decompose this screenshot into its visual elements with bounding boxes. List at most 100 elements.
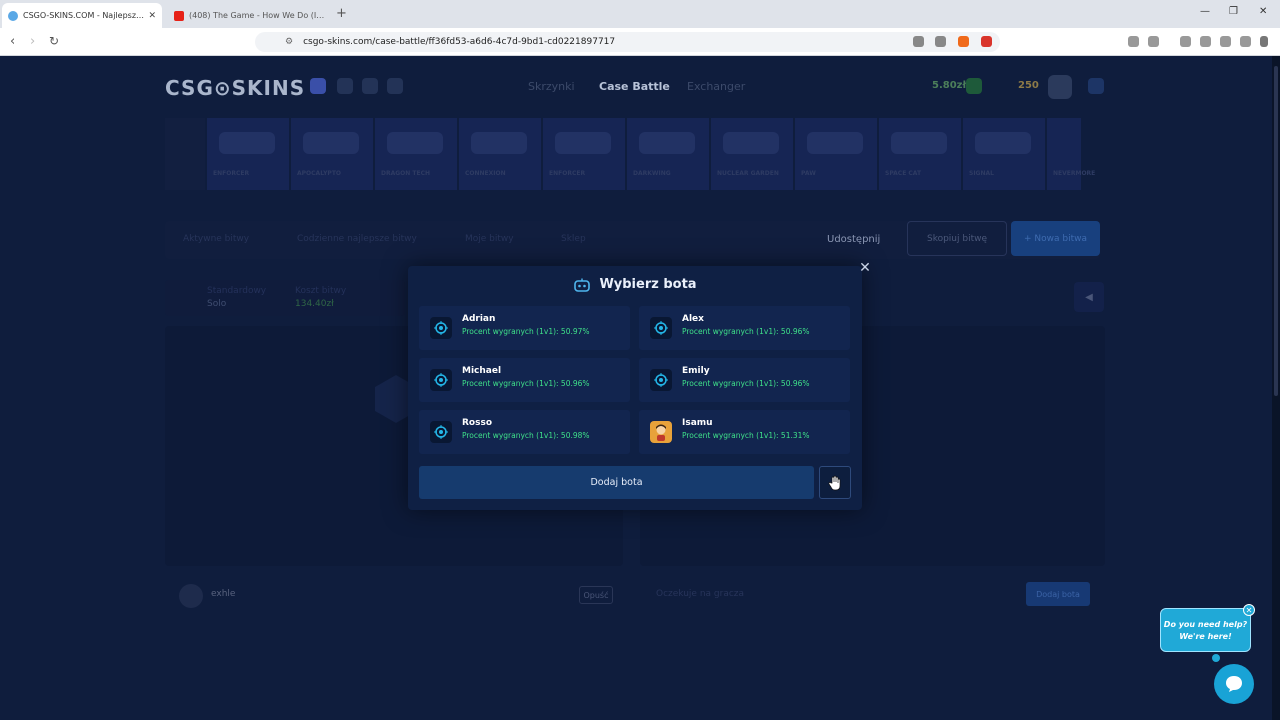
tab-my-battles[interactable]: Moje bitwy — [465, 234, 514, 244]
browser-tab-bar: CSGO-SKINS.COM - Najlepsze S ✕ (408) The… — [0, 0, 1280, 28]
drops-filter-panel[interactable] — [165, 118, 205, 190]
menu-icon[interactable] — [1260, 36, 1268, 47]
back-icon[interactable]: ‹ — [10, 34, 15, 49]
share-icon[interactable] — [935, 36, 946, 47]
weapon-icon — [891, 132, 947, 154]
choose-bot-modal: ✕ Wybierz bota Adrian Procent wygranych … — [408, 260, 871, 510]
bot-winrate: Procent wygranych (1v1): 51.31% — [682, 431, 810, 440]
maximize-icon[interactable]: ❐ — [1229, 6, 1238, 17]
bot-option-isamu[interactable]: Isamu Procent wygranych (1v1): 51.31% — [639, 410, 850, 454]
tab-title: CSGO-SKINS.COM - Najlepsze S — [23, 11, 145, 20]
browser-tab-youtube[interactable]: (408) The Game - How We Do (Instru — [168, 3, 332, 28]
bot-winrate: Procent wygranych (1v1): 50.96% — [682, 379, 810, 388]
cost-value: 134.40zł — [295, 299, 334, 309]
weapon-icon — [303, 132, 359, 154]
deposit-plus-icon[interactable] — [966, 78, 982, 94]
bot-option-michael[interactable]: Michael Procent wygranych (1v1): 50.96% — [419, 358, 630, 402]
drop-item[interactable]: SIGNAL — [963, 118, 1045, 190]
site-logo[interactable]: CSG⊙SKINS — [165, 76, 305, 100]
help-bubble[interactable]: Do you need help? We're here! — [1160, 608, 1251, 652]
drop-name: APOCALYPTO — [297, 170, 342, 177]
url-field[interactable]: ⚙ csgo-skins.com/case-battle/ff36fd53-a6… — [255, 32, 1000, 52]
close-tab-icon[interactable]: ✕ — [148, 11, 156, 21]
wallet-icon[interactable] — [1200, 36, 1211, 47]
player-one-row: exhle Opuść — [165, 581, 625, 611]
url-text: csgo-skins.com/case-battle/ff36fd53-a6d6… — [303, 37, 616, 47]
waiting-for-player-text: Oczekuje na gracza — [656, 589, 745, 599]
drop-item[interactable]: DARKWING — [627, 118, 709, 190]
share-button[interactable]: Udostępnij — [827, 234, 880, 245]
youtube-favicon-icon — [174, 10, 184, 21]
facebook-icon[interactable] — [337, 78, 353, 94]
new-battle-button[interactable]: + Nowa bitwa — [1011, 221, 1100, 256]
drop-item[interactable]: PAW — [795, 118, 877, 190]
copy-battle-button[interactable]: Skopiuj bitwę — [907, 221, 1007, 256]
bot-name: Emily — [682, 366, 710, 376]
drop-item[interactable]: NEVERMORE — [1047, 118, 1095, 190]
modal-title: Wybierz bota — [408, 277, 862, 292]
drop-item[interactable]: ENFORCER — [543, 118, 625, 190]
tab-search-icon[interactable] — [1148, 36, 1159, 47]
close-icon[interactable]: ✕ — [856, 259, 874, 277]
cost-label: Koszt bitwy — [295, 286, 347, 296]
drop-item[interactable]: NUCLEAR GARDEN — [711, 118, 793, 190]
weapon-icon — [555, 132, 611, 154]
bot-winrate: Procent wygranych (1v1): 50.96% — [682, 327, 810, 336]
bot-name: Alex — [682, 314, 704, 324]
sound-toggle-icon[interactable]: ◀ — [1074, 282, 1104, 312]
browser-tab-csgo-skins[interactable]: CSGO-SKINS.COM - Najlepsze S ✕ — [2, 3, 162, 28]
random-bot-button[interactable] — [819, 466, 851, 499]
bot-option-alex[interactable]: Alex Procent wygranych (1v1): 50.96% — [639, 306, 850, 350]
instagram-icon[interactable] — [362, 78, 378, 94]
user-avatar[interactable] — [1048, 75, 1072, 99]
drop-name: CONNEXION — [465, 170, 506, 177]
forward-icon[interactable]: › — [30, 34, 35, 49]
chat-open-button[interactable] — [1214, 664, 1254, 704]
tab-shop[interactable]: Sklep — [561, 234, 586, 244]
page-scrollbar[interactable] — [1272, 56, 1280, 720]
discord-icon[interactable] — [310, 78, 326, 94]
nav-exchanger[interactable]: Exchanger — [687, 80, 745, 93]
chat-bubble-icon — [1226, 676, 1242, 692]
target-icon — [650, 317, 672, 339]
settings-gear-icon[interactable] — [1088, 78, 1104, 94]
mute-site-icon[interactable] — [913, 36, 924, 47]
drop-item[interactable]: ENFORCER — [207, 118, 289, 190]
sidebar-icon[interactable] — [1180, 36, 1191, 47]
robot-icon — [574, 278, 591, 292]
tab-active-battles[interactable]: Aktywne bitwy — [183, 234, 249, 244]
brave-rewards-icon[interactable] — [981, 36, 992, 47]
brave-shield-icon[interactable] — [958, 36, 969, 47]
scrollbar-thumb[interactable] — [1274, 66, 1278, 396]
nav-cases[interactable]: Skrzynki — [528, 80, 575, 93]
close-icon[interactable]: ✕ — [1243, 604, 1255, 616]
x-icon[interactable] — [387, 78, 403, 94]
drop-name: PAW — [801, 170, 816, 177]
bot-option-adrian[interactable]: Adrian Procent wygranych (1v1): 50.97% — [419, 306, 630, 350]
mode-value: Solo — [207, 299, 227, 309]
nav-case-battle[interactable]: Case Battle — [599, 80, 670, 93]
drop-name: SIGNAL — [969, 170, 994, 177]
leave-button[interactable]: Opuść — [579, 586, 613, 604]
leo-ai-icon[interactable] — [1220, 36, 1231, 47]
vpn-icon[interactable] — [1240, 36, 1251, 47]
add-bot-button-bg[interactable]: Dodaj bota — [1026, 582, 1090, 606]
new-tab-icon[interactable]: + — [336, 6, 347, 21]
add-bot-button[interactable]: Dodaj bota — [419, 466, 814, 499]
balance-value: 5.80zł — [932, 80, 967, 91]
extensions-icon[interactable] — [1128, 36, 1139, 47]
site-info-icon[interactable]: ⚙ — [285, 37, 293, 47]
reload-icon[interactable]: ↻ — [49, 34, 59, 48]
drop-item[interactable]: DRAGON TECH — [375, 118, 457, 190]
bot-option-emily[interactable]: Emily Procent wygranych (1v1): 50.96% — [639, 358, 850, 402]
minimize-icon[interactable]: — — [1200, 6, 1210, 17]
tab-daily-best-battles[interactable]: Codzienne najlepsze bitwy — [297, 234, 417, 244]
bot-option-rosso[interactable]: Rosso Procent wygranych (1v1): 50.98% — [419, 410, 630, 454]
drop-item[interactable]: APOCALYPTO — [291, 118, 373, 190]
close-window-icon[interactable]: ✕ — [1259, 6, 1267, 17]
chat-indicator-dot — [1212, 654, 1220, 662]
drop-name: DARKWING — [633, 170, 671, 177]
drop-item[interactable]: CONNEXION — [459, 118, 541, 190]
drop-item[interactable]: SPACE CAT — [879, 118, 961, 190]
drop-name: NEVERMORE — [1053, 170, 1096, 177]
